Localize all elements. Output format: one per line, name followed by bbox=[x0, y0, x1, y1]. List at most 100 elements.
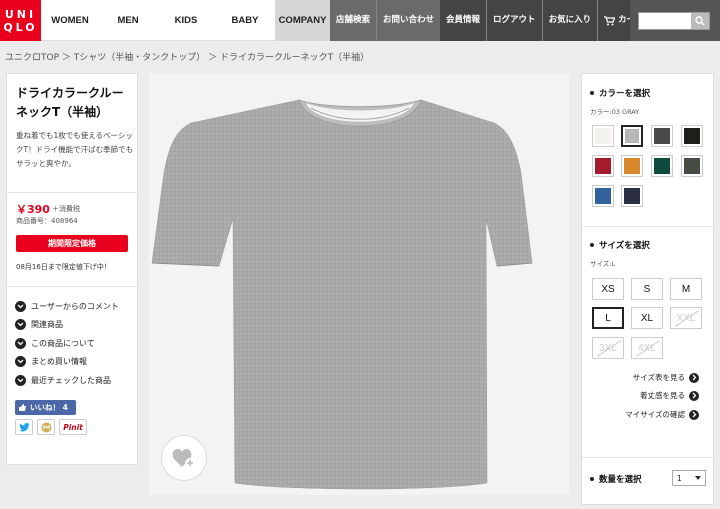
quantity-section-heading: 数量を選択 bbox=[590, 473, 642, 485]
search-button[interactable] bbox=[691, 13, 709, 29]
link-bulk-buy[interactable]: まとめ買い情報 bbox=[15, 353, 135, 372]
chevron-right-icon bbox=[689, 372, 699, 383]
twitter-icon bbox=[18, 422, 30, 431]
color-swatch-gray[interactable] bbox=[621, 125, 643, 147]
bullet-icon bbox=[590, 243, 594, 247]
thumbs-up-icon bbox=[19, 404, 26, 411]
limited-price-badge: 期間限定価格 bbox=[16, 235, 128, 252]
product-info-panel: ドライカラークルーネックT（半袖） 重ね着でも1枚でも使えるベーシックT！ドライ… bbox=[6, 73, 138, 465]
mixi-icon bbox=[41, 422, 51, 432]
main-nav: WOMEN MEN KIDS BABY COMPANY bbox=[41, 0, 330, 41]
chevron-down-icon bbox=[15, 337, 26, 349]
product-title: ドライカラークルーネックT（半袖） bbox=[16, 86, 124, 119]
my-size-link[interactable]: マイサイズの確認 bbox=[625, 409, 699, 420]
color-section-heading: カラーを選択 bbox=[590, 87, 650, 99]
selected-size-label: サイズ:L bbox=[590, 260, 616, 268]
mixi-check-button[interactable] bbox=[37, 419, 55, 435]
size-option-xxl[interactable]: XXL bbox=[670, 307, 702, 329]
add-to-favorites-button[interactable] bbox=[161, 435, 207, 481]
share-buttons: Pinit bbox=[15, 419, 87, 435]
chevron-right-icon bbox=[689, 409, 699, 420]
size-option-xs[interactable]: XS bbox=[592, 278, 624, 300]
color-swatch-off-white[interactable] bbox=[592, 125, 614, 147]
selection-panel: カラーを選択 カラー:03 GRAY サイズを選択 サイズ:L XS S M L… bbox=[581, 73, 714, 505]
link-related-products[interactable]: 関連商品 bbox=[15, 316, 135, 335]
swatch-fill bbox=[595, 158, 611, 174]
quantity-value: 1 bbox=[677, 473, 682, 483]
nav-favorites[interactable]: お気に入り bbox=[541, 0, 598, 41]
color-swatch-olive[interactable] bbox=[681, 155, 703, 177]
chevron-down-icon bbox=[15, 319, 26, 331]
price-tax-note: ＋消費税 bbox=[52, 205, 80, 213]
swatch-fill bbox=[595, 188, 611, 204]
size-option-l[interactable]: L bbox=[592, 307, 624, 329]
swatch-fill bbox=[684, 158, 700, 174]
twitter-share-button[interactable] bbox=[15, 419, 33, 435]
size-option-4xl[interactable]: 4XL bbox=[631, 337, 663, 359]
nav-contact[interactable]: お問い合わせ bbox=[376, 0, 440, 41]
selected-color-label: カラー:03 GRAY bbox=[590, 108, 640, 116]
nav-company[interactable]: COMPANY bbox=[275, 0, 330, 41]
product-links: ユーザーからのコメント 関連商品 この商品について まとめ買い情報 最近チェック… bbox=[15, 297, 135, 390]
divider bbox=[7, 192, 137, 193]
nav-member-info[interactable]: 会員情報 bbox=[440, 0, 487, 41]
product-price: ￥390 bbox=[16, 203, 50, 216]
color-swatch-blue[interactable] bbox=[592, 185, 614, 207]
breadcrumb[interactable]: ユニクロTOP ＞ Tシャツ（半袖・タンクトップ） ＞ ドライカラークルーネック… bbox=[5, 50, 369, 63]
divider bbox=[582, 226, 713, 227]
swatch-fill bbox=[595, 128, 611, 144]
cart-icon bbox=[604, 15, 616, 25]
dropdown-arrow-icon bbox=[695, 476, 701, 480]
heart-plus-icon bbox=[172, 449, 195, 468]
chevron-down-icon bbox=[15, 356, 26, 368]
swatch-fill bbox=[684, 128, 700, 144]
swatch-fill bbox=[624, 158, 640, 174]
product-image-area bbox=[149, 73, 570, 495]
bullet-icon bbox=[590, 91, 594, 95]
swatch-fill bbox=[625, 129, 639, 143]
size-chart-link[interactable]: サイズ表を見る bbox=[633, 372, 699, 383]
promo-note: 08月16日まで限定値下げ中！ bbox=[16, 263, 111, 271]
chevron-down-icon bbox=[15, 300, 26, 312]
divider bbox=[582, 457, 713, 458]
link-about-product[interactable]: この商品について bbox=[15, 334, 135, 353]
size-option-s[interactable]: S bbox=[631, 278, 663, 300]
size-option-xl[interactable]: XL bbox=[631, 307, 663, 329]
quantity-select[interactable]: 1 bbox=[672, 470, 706, 486]
nav-logout[interactable]: ログアウト bbox=[486, 0, 542, 41]
chevron-down-icon bbox=[15, 374, 26, 386]
nav-men[interactable]: MEN bbox=[99, 0, 157, 41]
utility-nav: 店舗検索 お問い合わせ 会員情報 ログアウト お気に入り カート bbox=[330, 0, 650, 41]
facebook-like-button[interactable]: いいね！ 4 bbox=[15, 400, 76, 415]
divider bbox=[7, 286, 137, 287]
product-image[interactable] bbox=[149, 73, 570, 495]
color-swatch-orange[interactable] bbox=[621, 155, 643, 177]
search-icon bbox=[695, 16, 705, 26]
link-recently-viewed[interactable]: 最近チェックした商品 bbox=[15, 371, 135, 390]
top-navigation: UNI UNI QLO WOMEN MEN KIDS BABY COMPANY … bbox=[0, 0, 720, 41]
color-swatch-dark-gray[interactable] bbox=[651, 125, 673, 147]
nav-store-search[interactable]: 店舗検索 bbox=[330, 0, 376, 41]
search-area bbox=[630, 0, 720, 41]
color-swatch-red[interactable] bbox=[592, 155, 614, 177]
size-section-heading: サイズを選択 bbox=[590, 239, 650, 251]
size-option-3xl[interactable]: 3XL bbox=[592, 337, 624, 359]
pinterest-pinit-button[interactable]: Pinit bbox=[59, 419, 87, 435]
search-input[interactable] bbox=[638, 12, 710, 30]
swatch-fill bbox=[624, 188, 640, 204]
nav-kids[interactable]: KIDS bbox=[157, 0, 215, 41]
uniqlo-logo[interactable]: UNI UNI QLO bbox=[0, 0, 41, 41]
color-swatch-navy[interactable] bbox=[621, 185, 643, 207]
product-number: 商品番号：408964 bbox=[16, 217, 78, 225]
nav-women[interactable]: WOMEN bbox=[41, 0, 99, 41]
fit-length-link[interactable]: 着丈感を見る bbox=[640, 390, 699, 401]
link-user-comments[interactable]: ユーザーからのコメント bbox=[15, 297, 135, 316]
nav-baby[interactable]: BABY bbox=[215, 0, 275, 41]
color-swatch-black[interactable] bbox=[681, 125, 703, 147]
swatch-fill bbox=[654, 128, 670, 144]
swatch-fill bbox=[654, 158, 670, 174]
color-swatch-dark-green[interactable] bbox=[651, 155, 673, 177]
chevron-right-icon bbox=[689, 390, 699, 401]
size-option-m[interactable]: M bbox=[670, 278, 702, 300]
bullet-icon bbox=[590, 477, 594, 481]
